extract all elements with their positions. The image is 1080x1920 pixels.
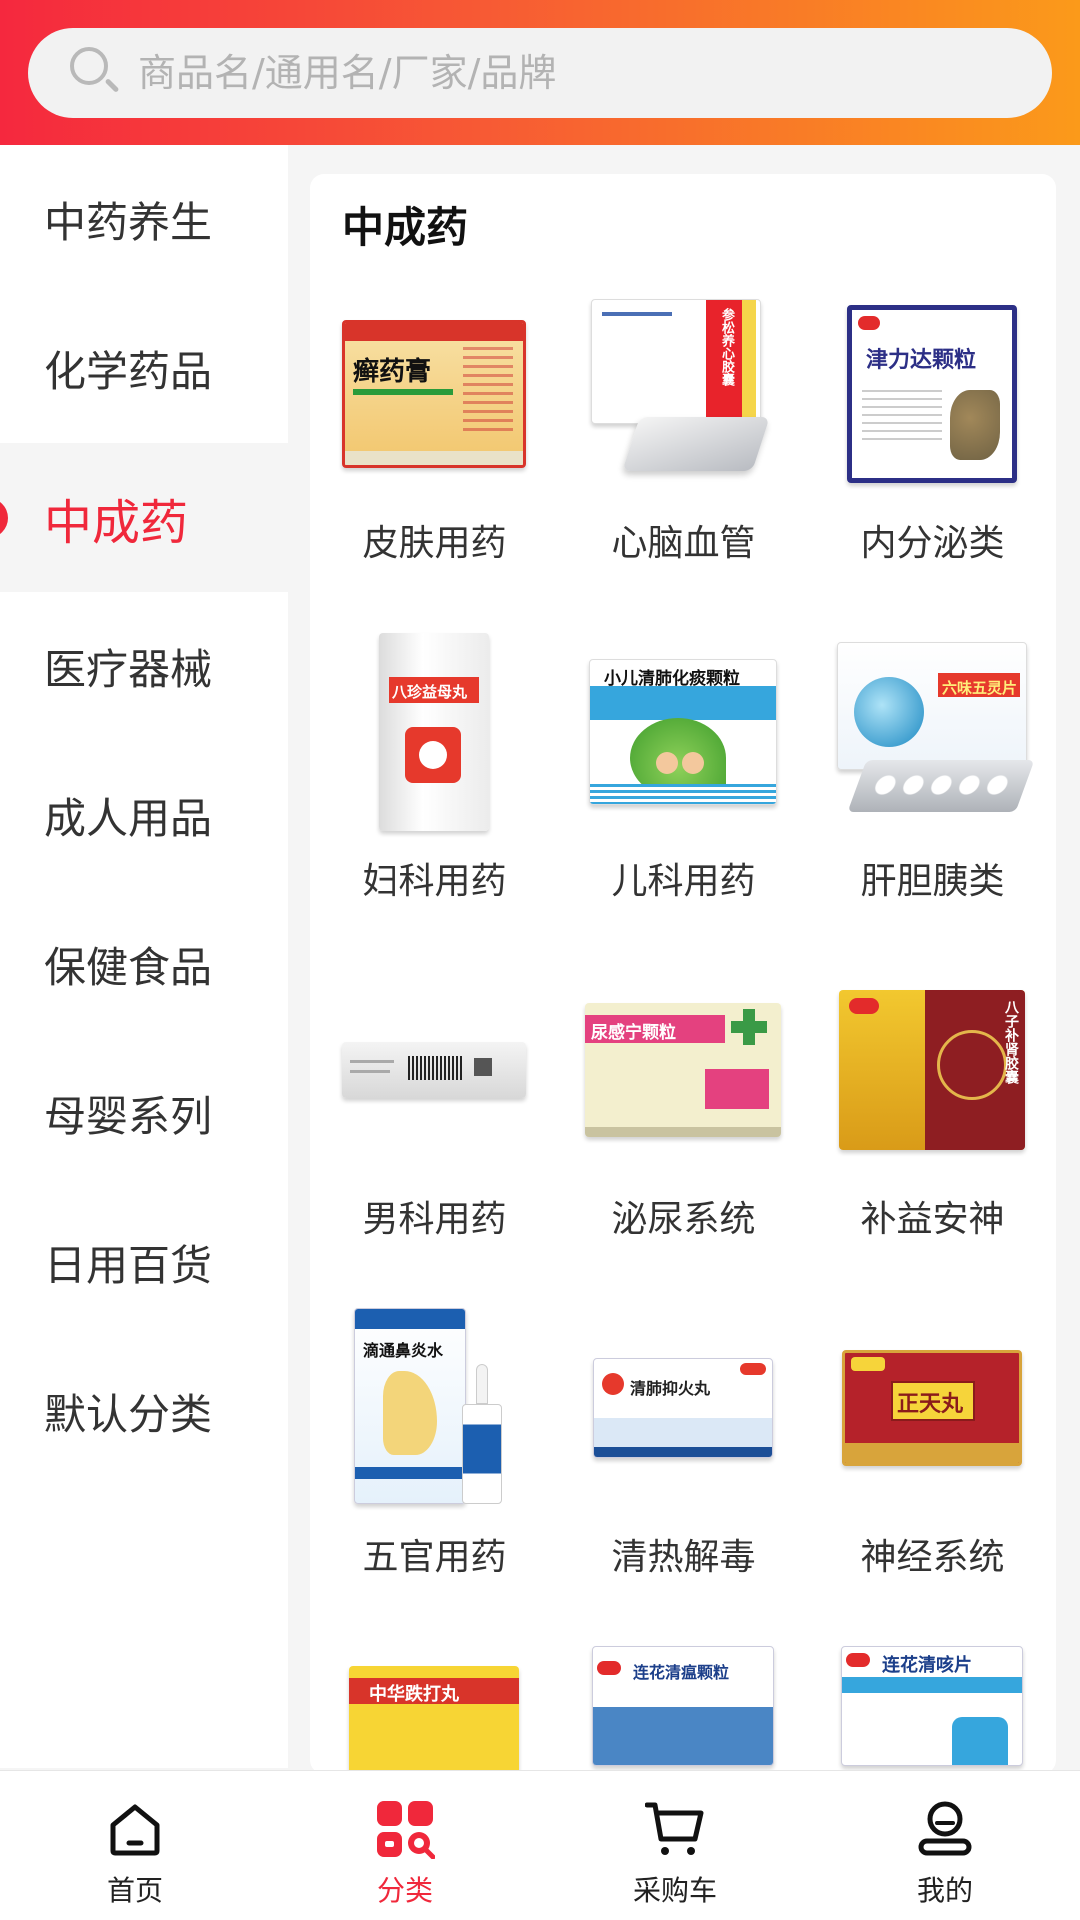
- tab-label: 分类: [376, 1874, 433, 1907]
- sidebar-item-health-food[interactable]: 保健食品: [0, 890, 288, 1039]
- tab-label: 我的: [916, 1874, 973, 1907]
- tab-category[interactable]: 分类: [270, 1771, 540, 1920]
- subcategory-label: 肝胆胰类: [860, 861, 1005, 902]
- sidebar-filler: [0, 1486, 288, 1768]
- product-image: 尿感宁颗粒: [583, 970, 783, 1170]
- subcategory-label: 儿科用药: [611, 861, 756, 902]
- tab-home[interactable]: 首页: [0, 1771, 270, 1920]
- sidebar-item-medical-devices[interactable]: 医疗器械: [0, 592, 288, 741]
- sidebar-item-default-category[interactable]: 默认分类: [0, 1337, 288, 1486]
- product-image: 中华跌打丸: [334, 1646, 534, 1774]
- sidebar-item-label: 保健食品: [44, 943, 213, 992]
- subcategory-label: 清热解毒: [611, 1537, 756, 1578]
- tab-label: 首页: [106, 1874, 163, 1907]
- product-image: 癣药膏: [334, 294, 534, 494]
- category-content: 中成药 癣药膏 皮肤用药 参松养心胶囊 心脑血管 津力达颗粒 内分泌类 八珍益母…: [310, 174, 1056, 1774]
- subcategory-gynecology[interactable]: 八珍益母丸 妇科用药: [310, 622, 559, 960]
- sidebar-item-label: 默认分类: [44, 1390, 213, 1439]
- product-image: 六味五灵片: [832, 632, 1035, 832]
- tab-label: 采购车: [632, 1874, 717, 1907]
- sidebar-item-daily-goods[interactable]: 日用百货: [0, 1188, 288, 1337]
- product-image: 滴通鼻炎水: [334, 1308, 534, 1508]
- sidebar-item-label: 日用百货: [44, 1241, 213, 1290]
- product-image: 小儿清肺化痰颗粒: [583, 632, 783, 832]
- sidebar-item-chinese-patent-medicine[interactable]: 中成药: [0, 443, 288, 592]
- sidebar-item-label: 中药养生: [44, 198, 213, 247]
- product-image: 连花清咳片: [832, 1646, 1032, 1774]
- sidebar-item-label: 医疗器械: [44, 645, 213, 694]
- subcategory-label: 补益安神: [860, 1199, 1005, 1240]
- cart-icon: [645, 1802, 704, 1855]
- subcategory-pediatrics[interactable]: 小儿清肺化痰颗粒 儿科用药: [559, 622, 808, 960]
- header-bar: [0, 0, 1080, 145]
- subcategory-label: 皮肤用药: [362, 523, 507, 564]
- product-image: 八子补肾胶囊: [832, 970, 1032, 1170]
- product-image: [334, 970, 534, 1170]
- subcategory-label: 妇科用药: [362, 861, 507, 902]
- subcategory-hepatobiliary[interactable]: 六味五灵片 肝胆胰类: [808, 622, 1056, 960]
- product-image: 津力达颗粒: [832, 294, 1032, 494]
- sidebar-item-chemical-drugs[interactable]: 化学药品: [0, 294, 288, 443]
- subcategory-item-14[interactable]: 连花清瘟颗粒: [559, 1636, 808, 1774]
- subcategory-label: 泌尿系统: [611, 1199, 756, 1240]
- sidebar-item-label: 中成药: [44, 494, 189, 551]
- bottom-tab-bar: 首页 分类 采购车 我的: [0, 1770, 1080, 1920]
- subcategory-endocrine[interactable]: 津力达颗粒 内分泌类: [808, 284, 1056, 622]
- subcategory-label: 神经系统: [860, 1537, 1005, 1578]
- product-image: 清肺抑火丸: [583, 1308, 783, 1508]
- subcategory-label: 内分泌类: [860, 523, 1005, 564]
- sidebar-item-adult-products[interactable]: 成人用品: [0, 741, 288, 890]
- sidebar-item-label: 母婴系列: [44, 1092, 213, 1141]
- subcategory-label: 心脑血管: [611, 523, 756, 564]
- sidebar-item-mother-baby[interactable]: 母婴系列: [0, 1039, 288, 1188]
- subcategory-skin[interactable]: 癣药膏 皮肤用药: [310, 284, 559, 622]
- section-title: 中成药: [342, 203, 469, 252]
- product-image: 连花清瘟颗粒: [583, 1646, 783, 1774]
- subcategory-item-13[interactable]: 中华跌打丸: [310, 1636, 559, 1774]
- sidebar-item-tcm-health[interactable]: 中药养生: [0, 145, 288, 294]
- subcategory-neurology[interactable]: 正天丸 神经系统: [808, 1298, 1056, 1636]
- category-sidebar: 中药养生 化学药品 中成药 医疗器械 成人用品 保健食品 母婴系列 日用百货 默…: [0, 145, 288, 1770]
- subcategory-urinary[interactable]: 尿感宁颗粒 泌尿系统: [559, 960, 808, 1298]
- product-image: 正天丸: [832, 1308, 1032, 1508]
- tab-cart[interactable]: 采购车: [540, 1771, 810, 1920]
- subcategory-label: 五官用药: [362, 1537, 507, 1578]
- subcategory-cardio[interactable]: 参松养心胶囊 心脑血管: [559, 284, 808, 622]
- search-icon: [66, 43, 126, 103]
- search-input[interactable]: [138, 51, 938, 95]
- subcategory-detox[interactable]: 清肺抑火丸 清热解毒: [559, 1298, 808, 1636]
- subcategory-tonic[interactable]: 八子补肾胶囊 补益安神: [808, 960, 1056, 1298]
- profile-icon: [918, 1801, 972, 1856]
- product-image: 八珍益母丸: [334, 632, 534, 832]
- home-icon: [110, 1804, 160, 1856]
- subcategory-andrology[interactable]: 男科用药: [310, 960, 559, 1298]
- sidebar-item-label: 成人用品: [44, 794, 213, 843]
- product-image: 参松养心胶囊: [583, 294, 783, 494]
- subcategory-item-15[interactable]: 连花清咳片: [808, 1636, 1056, 1774]
- subcategory-label: 男科用药: [362, 1199, 507, 1240]
- search-bar[interactable]: [28, 28, 1052, 118]
- subcategory-ent[interactable]: 滴通鼻炎水 五官用药: [310, 1298, 559, 1636]
- tab-profile[interactable]: 我的: [810, 1771, 1080, 1920]
- category-icon: [377, 1801, 435, 1859]
- sidebar-item-label: 化学药品: [44, 347, 213, 396]
